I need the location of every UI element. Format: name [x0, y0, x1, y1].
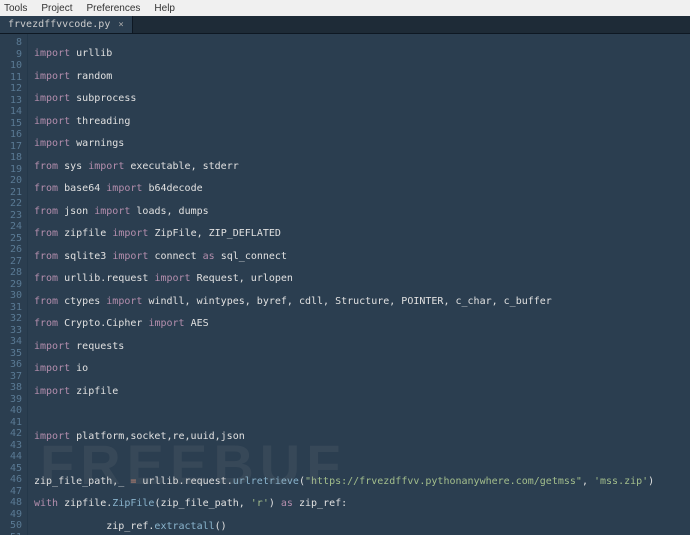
line-number: 8	[0, 37, 22, 49]
line-number: 32	[0, 313, 22, 325]
line-number: 35	[0, 348, 22, 360]
tab-filename: frvezdffvvcode.py	[8, 19, 110, 30]
line-number: 40	[0, 405, 22, 417]
line-number: 33	[0, 325, 22, 337]
line-number: 17	[0, 141, 22, 153]
line-number: 31	[0, 302, 22, 314]
line-number: 43	[0, 440, 22, 452]
line-number: 19	[0, 164, 22, 176]
line-number: 37	[0, 371, 22, 383]
line-number: 42	[0, 428, 22, 440]
menu-tools[interactable]: Tools	[4, 3, 27, 14]
line-number: 12	[0, 83, 22, 95]
line-number: 50	[0, 520, 22, 532]
line-number: 48	[0, 497, 22, 509]
line-number: 49	[0, 509, 22, 521]
line-number: 45	[0, 463, 22, 475]
code-area[interactable]: import urllib import random import subpr…	[28, 34, 690, 535]
line-number: 13	[0, 95, 22, 107]
line-number: 23	[0, 210, 22, 222]
line-number: 46	[0, 474, 22, 486]
line-number: 22	[0, 198, 22, 210]
line-number: 15	[0, 118, 22, 130]
line-number: 38	[0, 382, 22, 394]
line-number: 24	[0, 221, 22, 233]
editor-pane: 8 9 10 11 12 13 14 15 16 17 18 19 20 21 …	[0, 34, 690, 535]
line-number: 11	[0, 72, 22, 84]
line-gutter: 8 9 10 11 12 13 14 15 16 17 18 19 20 21 …	[0, 34, 28, 535]
line-number: 14	[0, 106, 22, 118]
line-number: 10	[0, 60, 22, 72]
line-number: 34	[0, 336, 22, 348]
line-number: 36	[0, 359, 22, 371]
line-number: 16	[0, 129, 22, 141]
menu-preferences[interactable]: Preferences	[86, 3, 140, 14]
line-number: 9	[0, 49, 22, 61]
menu-project[interactable]: Project	[41, 3, 72, 14]
line-number: 39	[0, 394, 22, 406]
line-number: 28	[0, 267, 22, 279]
line-number: 26	[0, 244, 22, 256]
line-number: 27	[0, 256, 22, 268]
line-number: 51	[0, 532, 22, 535]
tab-bar: frvezdffvvcode.py ×	[0, 16, 690, 34]
menu-help[interactable]: Help	[154, 3, 175, 14]
line-number: 30	[0, 290, 22, 302]
line-number: 44	[0, 451, 22, 463]
line-number: 20	[0, 175, 22, 187]
line-number: 41	[0, 417, 22, 429]
line-number: 29	[0, 279, 22, 291]
line-number: 18	[0, 152, 22, 164]
line-number: 21	[0, 187, 22, 199]
line-number: 47	[0, 486, 22, 498]
file-tab[interactable]: frvezdffvvcode.py ×	[0, 16, 133, 33]
close-icon[interactable]: ×	[118, 20, 123, 30]
menu-bar: Tools Project Preferences Help	[0, 0, 690, 16]
line-number: 25	[0, 233, 22, 245]
